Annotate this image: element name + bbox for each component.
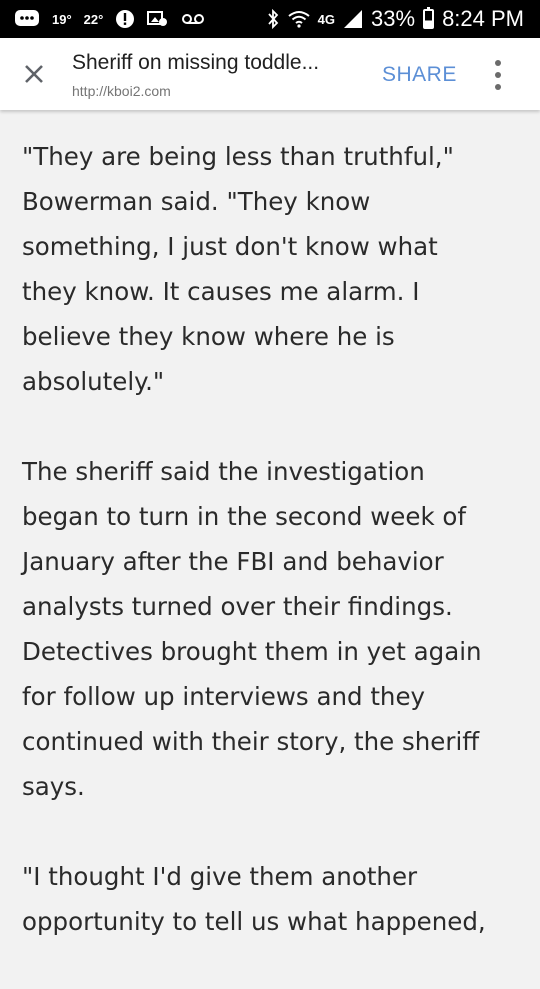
voicemail-icon (181, 13, 205, 25)
custom-tab-toolbar: Sheriff on missing toddle... http://kboi… (0, 38, 540, 110)
article-paragraph: "They are being less than truthful," Bow… (22, 142, 454, 396)
clock: 8:24 PM (442, 6, 524, 31)
gallery-icon (147, 10, 169, 28)
page-info: Sheriff on missing toddle... http://kboi… (72, 50, 368, 100)
battery-percent: 33% (371, 6, 416, 31)
alert-icon (115, 9, 135, 29)
network-type: 4G (317, 11, 336, 27)
status-bar: 19° 22° 4G 33% 8:24 PM (0, 0, 540, 38)
overflow-menu-button[interactable] (486, 60, 510, 90)
share-button[interactable]: SHARE (382, 62, 457, 88)
article-paragraph: The sheriff said the investigation began… (22, 457, 482, 801)
page-title: Sheriff on missing toddle... (72, 51, 320, 74)
temperature-2: 22° (83, 11, 104, 27)
menu-dot-icon (495, 72, 501, 78)
wifi-icon (288, 10, 310, 28)
battery-icon (423, 7, 435, 29)
close-button[interactable] (18, 58, 50, 90)
bluetooth-icon (266, 8, 280, 30)
page-url: http://kboi2.com (72, 83, 171, 99)
article-body: "They are being less than truthful," Bow… (22, 134, 526, 989)
messages-icon (14, 9, 40, 29)
menu-dot-icon (495, 84, 501, 90)
article-paragraph: "I thought I'd give them another opportu… (22, 862, 486, 936)
close-icon (25, 65, 43, 83)
menu-dot-icon (495, 60, 501, 66)
signal-icon (343, 9, 363, 29)
temperature-1: 19° (52, 11, 72, 27)
